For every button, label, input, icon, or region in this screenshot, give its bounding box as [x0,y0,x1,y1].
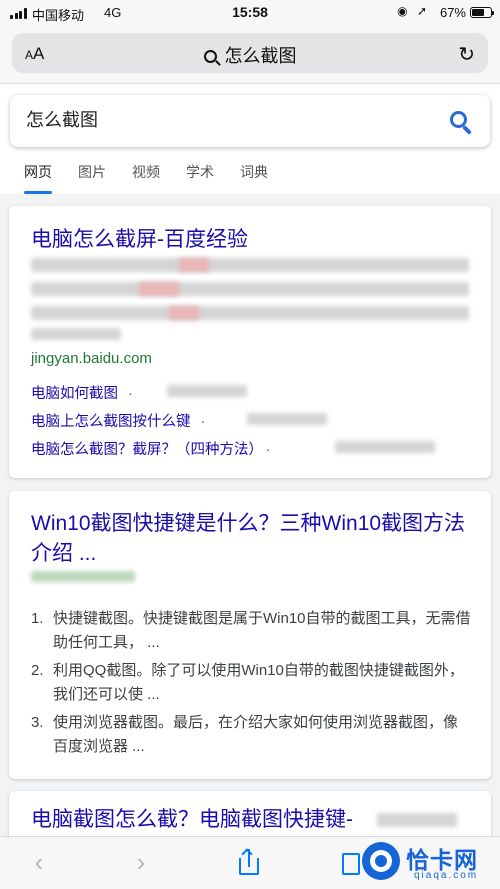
chevron-left-icon: ‹ [34,847,44,877]
search-icon [203,50,217,63]
tab-videos[interactable]: 视频 [132,162,160,194]
tab-images[interactable]: 图片 [78,162,106,194]
url-field[interactable]: AA 怎么截图 ↻ [12,33,488,73]
sub-link[interactable]: 电脑如何截图 · [31,382,133,403]
tab-dictionary[interactable]: 词典 [240,162,268,194]
search-button[interactable] [448,109,474,135]
result-snippet-list: 1. 快捷键截图。快捷键截图是属于Win10自带的截图工具，无需借助任何工具， .… [31,607,471,763]
watermark-logo-icon [362,842,400,880]
site-watermark: 恰卡网 qiaqa.com [356,836,496,886]
search-box [10,95,490,147]
status-indicator-icons: ◉ ➚ [397,4,430,18]
sub-link[interactable]: 电脑怎么截图？截屏？（四种方法） · [31,438,271,459]
share-button[interactable] [234,848,264,879]
blurred-url [31,571,135,582]
sub-link[interactable]: 电脑上怎么截图按什么键 · [31,410,205,431]
result-url: jingyan.baidu.com [31,350,152,367]
blurred-snippet [31,258,469,272]
list-item: 1. 快捷键截图。快捷键截图是属于Win10自带的截图工具，无需借助任何工具， .… [31,610,471,651]
search-tabs: 网页 图片 视频 学术 词典 [24,162,294,194]
reload-icon[interactable]: ↻ [458,42,475,67]
list-item: 2. 利用QQ截图。除了可以使用Win10自带的截图快捷键截图外，我们还可以使 .… [31,662,464,703]
url-query: 怎么截图 [224,46,297,66]
address-bar: AA 怎么截图 ↻ [0,26,500,84]
result-card: Win10截图快捷键是什么？三种Win10截图方法介绍 ... 1. 快捷键截图。… [9,491,491,779]
forward-button[interactable]: › [126,849,156,879]
search-input[interactable] [26,108,426,129]
battery-icon [470,7,494,18]
tab-web[interactable]: 网页 [24,162,52,194]
search-header: 网页 图片 视频 学术 词典 [0,84,500,194]
back-button[interactable]: ‹ [24,849,54,879]
chevron-right-icon: › [136,847,146,877]
watermark-domain: qiaqa.com [414,870,479,881]
result-title-link[interactable]: Win10截图快捷键是什么？三种Win10截图方法介绍 ... [31,509,471,569]
result-card: 电脑怎么截屏-百度经验 jingyan.baidu.com 电脑如何截图 · 电脑… [9,206,491,478]
list-item: 3. 使用浏览器截图。最后，在介绍大家如何使用浏览器截图，像百度浏览器 ... [31,714,459,755]
result-title-link[interactable]: 电脑怎么截屏-百度经验 [31,225,248,255]
battery-percentage: 67% [439,5,466,20]
status-bar: 中国移动 4G 15:58 ◉ ➚ 67% [0,0,500,26]
url-display[interactable]: 怎么截图 [12,42,488,68]
tab-academic[interactable]: 学术 [186,162,214,194]
